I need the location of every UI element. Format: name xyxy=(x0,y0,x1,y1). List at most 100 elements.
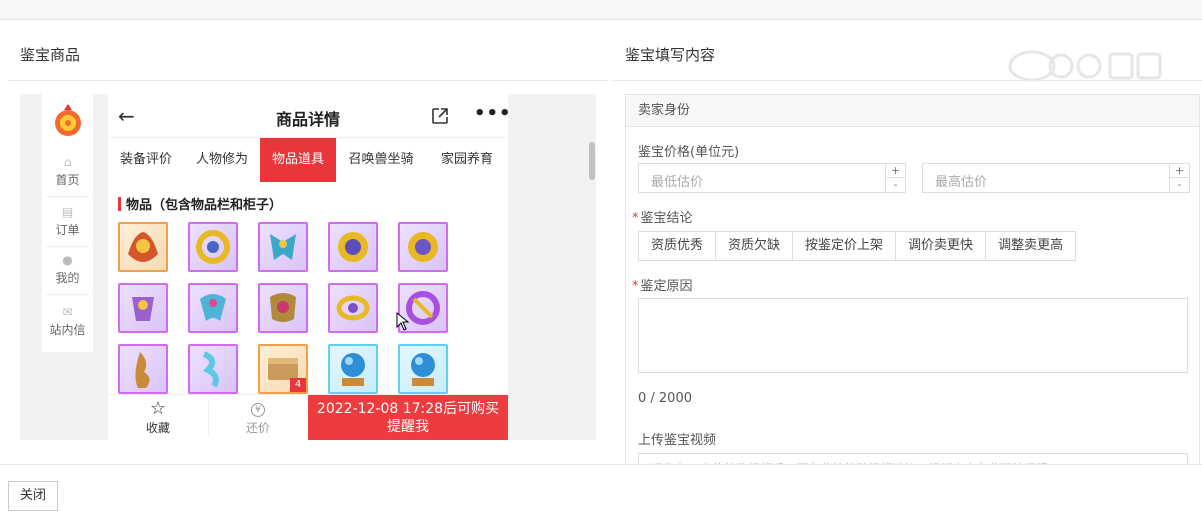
min-price-input[interactable]: 最低估价 + - xyxy=(638,163,906,193)
max-price-stepper[interactable]: + - xyxy=(1169,164,1189,192)
bargain-label: 还价 xyxy=(245,421,270,435)
top-bar xyxy=(0,0,1202,20)
home-icon: ⌂ xyxy=(63,155,72,169)
yen-icon: ¥ xyxy=(251,403,265,417)
conclusion-option-sell-faster[interactable]: 调价卖更快 xyxy=(895,231,987,261)
more-icon[interactable]: ••• xyxy=(474,103,512,124)
item-slot[interactable] xyxy=(328,222,378,272)
item-slot[interactable] xyxy=(328,344,378,394)
item-icon xyxy=(336,295,370,321)
sidebar-item-me[interactable]: ● 我的 xyxy=(42,254,93,286)
item-slot[interactable] xyxy=(398,344,448,394)
conclusion-option-excellent[interactable]: 资质优秀 xyxy=(638,231,717,261)
sidebar-divider xyxy=(46,294,89,295)
required-mark: * xyxy=(632,211,639,226)
sidebar-item-label: 我的 xyxy=(55,271,80,285)
item-slot[interactable] xyxy=(258,283,308,333)
item-icon xyxy=(408,232,438,262)
conclusion-option-lacking[interactable]: 资质欠缺 xyxy=(715,231,794,261)
item-icon xyxy=(411,353,435,386)
item-icon xyxy=(341,353,365,386)
increment-icon[interactable]: + xyxy=(1170,164,1189,178)
tab-home[interactable]: 家园养育 xyxy=(428,138,506,182)
preview-scrollbar[interactable] xyxy=(589,142,595,180)
sidebar-divider xyxy=(46,246,89,247)
tab-cultivation[interactable]: 人物修为 xyxy=(184,138,260,182)
video-label: 上传鉴宝视频 xyxy=(638,433,717,448)
item-slot[interactable] xyxy=(188,344,238,394)
min-price-stepper[interactable]: + - xyxy=(885,164,905,192)
sidebar-divider xyxy=(46,196,89,197)
app-header: ← 商品详情 ••• xyxy=(108,94,511,138)
increment-icon[interactable]: + xyxy=(886,164,905,178)
item-icon xyxy=(135,352,150,388)
items-section-title: 物品（包含物品栏和柜子） xyxy=(118,194,282,213)
item-icon xyxy=(200,294,226,321)
item-icon xyxy=(270,293,296,322)
watermark-logo xyxy=(1008,50,1162,82)
item-icon xyxy=(128,232,158,262)
item-slot[interactable] xyxy=(398,222,448,272)
conclusion-label: * 鉴宝结论 xyxy=(632,211,693,226)
decrement-icon[interactable]: - xyxy=(886,178,905,192)
remind-button[interactable]: 2022-12-08 17:28后可购买 提醒我 xyxy=(308,395,508,440)
max-price-input[interactable]: 最高估价 + - xyxy=(922,163,1190,193)
price-label: 鉴宝价格(单位元) xyxy=(638,145,740,160)
conclusion-option-sell-higher[interactable]: 调整卖更高 xyxy=(985,231,1077,261)
conclusion-option-list-at-price[interactable]: 按鉴定价上架 xyxy=(792,231,897,261)
left-section-title: 鉴宝商品 xyxy=(20,46,81,64)
tab-items[interactable]: 物品道具 xyxy=(260,138,336,182)
share-icon[interactable] xyxy=(430,106,450,126)
item-slot[interactable]: 4 xyxy=(258,344,308,394)
item-slot[interactable] xyxy=(328,283,378,333)
app-tabs: 装备评价 人物修为 物品道具 召唤兽坐骑 家园养育 xyxy=(108,138,508,182)
item-slot[interactable] xyxy=(118,283,168,333)
star-icon: ☆ xyxy=(149,398,167,419)
left-section-divider xyxy=(8,80,608,81)
char-counter: 0 / 2000 xyxy=(638,391,692,406)
item-icon xyxy=(338,232,368,262)
decrement-icon[interactable]: - xyxy=(1170,178,1189,192)
sidebar-item-orders[interactable]: ▤ 订单 xyxy=(42,206,93,238)
min-price-placeholder: 最低估价 xyxy=(651,175,704,190)
sidebar-item-label: 首页 xyxy=(55,173,80,187)
item-slot[interactable] xyxy=(258,222,308,272)
mail-icon: ✉ xyxy=(62,305,73,319)
bargain-button[interactable]: ¥ 还价 xyxy=(218,395,298,440)
user-icon: ● xyxy=(62,253,73,267)
required-mark: * xyxy=(632,279,639,294)
item-icon xyxy=(270,234,296,260)
product-preview: ⌂ 首页 ▤ 订单 ● 我的 ✉ 站内信 ← 商品详情 ••• 装备评价 人物修… xyxy=(20,94,596,440)
item-slot[interactable] xyxy=(118,344,168,394)
tab-equipment[interactable]: 装备评价 xyxy=(108,138,184,182)
item-icon xyxy=(202,351,219,388)
remind-time-label: 2022-12-08 17:28后可购买 xyxy=(316,401,500,417)
sidebar-item-label: 站内信 xyxy=(49,323,86,337)
phone-screen: ← 商品详情 ••• 装备评价 人物修为 物品道具 召唤兽坐骑 家园养育 物品（… xyxy=(108,94,511,440)
item-icon xyxy=(132,297,154,321)
sidebar-item-home[interactable]: ⌂ 首页 xyxy=(42,156,93,188)
dialog-footer: 关闭 xyxy=(0,464,1202,512)
panel-title: 卖家身份 xyxy=(626,95,1199,127)
mouse-cursor-icon xyxy=(396,312,410,331)
close-button[interactable]: 关闭 xyxy=(8,481,59,511)
app-logo-icon xyxy=(55,104,81,136)
app-bottom-bar: ☆ 收藏 ¥ 还价 2022-12-08 17:28后可购买 提醒我 xyxy=(108,394,508,440)
item-icon xyxy=(196,230,230,264)
item-count-badge: 4 xyxy=(290,378,306,392)
app-sidebar: ⌂ 首页 ▤ 订单 ● 我的 ✉ 站内信 xyxy=(42,94,93,352)
item-slot[interactable] xyxy=(118,222,168,272)
favorite-button[interactable]: ☆ 收藏 xyxy=(108,395,208,440)
sidebar-item-messages[interactable]: ✉ 站内信 xyxy=(42,306,93,338)
item-slot[interactable] xyxy=(188,283,238,333)
tab-pets[interactable]: 召唤兽坐骑 xyxy=(338,138,424,182)
appraisal-form: 卖家身份 鉴宝价格(单位元) 最低估价 + - 最高估价 + - * 鉴宝结论 资… xyxy=(625,94,1200,474)
right-section-title: 鉴宝填写内容 xyxy=(625,46,716,64)
order-icon: ▤ xyxy=(61,205,74,219)
reason-label: * 鉴定原因 xyxy=(632,279,693,294)
reason-textarea[interactable] xyxy=(638,298,1188,373)
remind-label: 提醒我 xyxy=(387,419,429,435)
item-slot[interactable] xyxy=(188,222,238,272)
bottom-divider xyxy=(208,401,209,437)
max-price-placeholder: 最高估价 xyxy=(935,175,988,190)
